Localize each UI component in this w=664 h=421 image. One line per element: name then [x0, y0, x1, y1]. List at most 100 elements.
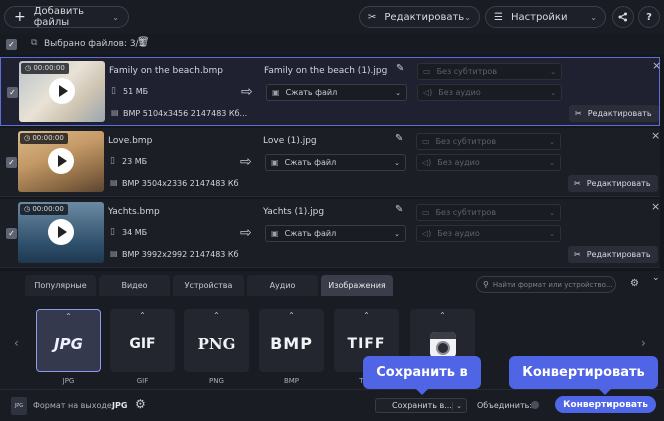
chevron-down-icon: ⌄ [549, 158, 555, 167]
collapse-panel-icon[interactable]: ⌄ [652, 273, 660, 283]
search-placeholder: Найти формат или устройство... [492, 280, 613, 289]
settings-menu-button[interactable]: ☰ Настройки ⌄ [485, 6, 606, 28]
caret-up-icon: ⌃ [139, 311, 146, 320]
save-to-tooltip-arrow [416, 389, 428, 395]
output-file-name: Yachts (1).jpg [263, 207, 325, 217]
duration-text: 00:00:00 [33, 64, 65, 72]
file-row[interactable]: ✓ ◷ 00:00:00 Love.bmp ▯ 23 МБ ▤ BMP 3504… [0, 128, 660, 197]
tab-images[interactable]: Изображения [321, 275, 393, 296]
compress-label: Сжать файл [284, 229, 337, 238]
arrow-right-icon: ⇨ [240, 154, 252, 170]
tab-label: Популярные [34, 281, 87, 290]
file-row[interactable]: ✓ ◷ 00:00:00 Yachts.bmp ▯ 34 МБ ▤ BMP 39… [0, 199, 660, 268]
file-checkbox[interactable]: ✓ [6, 157, 17, 168]
merge-toggle[interactable] [531, 401, 539, 409]
duration-badge: ◷ 00:00:00 [20, 133, 68, 144]
remove-file-icon[interactable]: × [651, 129, 660, 142]
compress-icon: ▣ [271, 229, 279, 238]
output-settings-icon[interactable]: ⚙ [135, 397, 146, 411]
save-to-dropdown[interactable]: Сохранить в... ⌄ [375, 398, 467, 413]
app-window: + Добавить файлы ⌄ ✂ Редактировать ⌄ ☰ Н… [0, 0, 664, 421]
tab-label: Изображения [328, 281, 386, 290]
format-logo: TIFF [347, 335, 386, 352]
remove-file-icon[interactable]: × [651, 200, 660, 213]
compress-dropdown[interactable]: ▣ Сжать файл ⌄ [266, 84, 407, 101]
share-button[interactable] [612, 6, 634, 28]
source-file-name: Yachts.bmp [108, 207, 160, 217]
save-to-tooltip-text: Сохранить в [376, 365, 468, 380]
subtitles-label: Без субтитров [435, 208, 497, 217]
format-search-input[interactable]: ⚲ Найти формат или устройство... [476, 276, 616, 293]
tab-audio[interactable]: Аудио [247, 275, 318, 296]
file-row[interactable]: ✓ ◷ 00:00:00 Family on the beach.bmp ▯ 5… [0, 57, 661, 126]
tab-popular[interactable]: Популярные [25, 275, 96, 296]
file-info-icon: ▤ [110, 178, 118, 187]
source-file-name: Love.bmp [108, 136, 153, 146]
file-info-icon: ▤ [110, 249, 118, 258]
file-thumbnail[interactable]: ◷ 00:00:00 [18, 131, 104, 192]
convert-tooltip-text: Конвертировать [522, 365, 645, 380]
edit-file-button[interactable]: ✂ Редактировать [568, 175, 658, 192]
file-thumbnail[interactable]: ◷ 00:00:00 [18, 202, 104, 263]
rename-pencil-icon[interactable]: ✎ [395, 133, 403, 144]
scroll-left-icon[interactable]: ‹ [14, 336, 19, 350]
edit-file-button[interactable]: ✂ Редактировать [568, 246, 658, 263]
caret-up-icon: ⌃ [363, 311, 370, 320]
edit-menu-button[interactable]: ✂ Редактировать ⌄ [359, 6, 480, 28]
format-settings-icon[interactable]: ⚙ [630, 278, 639, 289]
compress-dropdown[interactable]: ▣ Сжать файл ⌄ [265, 154, 406, 171]
chevron-down-icon: ⌄ [452, 401, 462, 410]
format-tile-bmp[interactable]: ⌃ BMP [259, 309, 324, 372]
file-size-icon: ▯ [110, 156, 115, 166]
help-button[interactable]: ? [638, 6, 660, 28]
add-files-button[interactable]: + Добавить файлы ⌄ [4, 6, 129, 28]
audio-dropdown[interactable]: ◁) Без аудио ⌄ [416, 154, 561, 171]
tab-devices[interactable]: Устройства [173, 275, 244, 296]
duration-text: 00:00:00 [32, 134, 64, 142]
file-checkbox[interactable]: ✓ [6, 228, 17, 239]
file-thumbnail[interactable]: ◷ 00:00:00 [19, 61, 105, 122]
play-icon[interactable] [48, 219, 74, 245]
format-tile-jpg[interactable]: ⌃ JPG [36, 309, 101, 372]
convert-button[interactable]: Конвертировать [555, 396, 656, 413]
file-checkbox[interactable]: ✓ [7, 87, 18, 98]
output-format-badge: JPG [11, 397, 27, 415]
subtitles-icon: ▭ [422, 137, 430, 146]
select-all-checkbox[interactable]: ✓ [6, 39, 17, 50]
chevron-down-icon: ⌄ [395, 88, 401, 97]
subtitles-dropdown[interactable]: ▭ Без субтитров ⌄ [417, 63, 562, 80]
edit-file-button[interactable]: ✂ Редактировать [569, 105, 659, 122]
subtitles-dropdown[interactable]: ▭ Без субтитров ⌄ [416, 133, 561, 150]
merge-label: Объединить: [477, 401, 533, 410]
chevron-down-icon: ⌄ [549, 208, 555, 217]
chevron-down-icon: ⌄ [550, 88, 556, 97]
file-size: 34 МБ [122, 228, 148, 237]
chevron-down-icon: ⌄ [112, 12, 119, 22]
rename-pencil-icon[interactable]: ✎ [395, 204, 403, 215]
edit-file-label: Редактировать [586, 179, 651, 188]
trash-icon[interactable]: 🗑 [137, 37, 150, 48]
compress-dropdown[interactable]: ▣ Сжать файл ⌄ [265, 225, 406, 242]
format-panel: Популярные Видео Устройства Аудио Изобра… [0, 271, 664, 421]
tab-label: Видео [121, 281, 148, 290]
compress-label: Сжать файл [284, 158, 337, 167]
rename-pencil-icon[interactable]: ✎ [396, 63, 404, 74]
file-info: BMP 5104x3456 2147483 Кб... [123, 109, 248, 118]
format-tile-gif[interactable]: ⌃ GIF [110, 309, 175, 372]
play-icon[interactable] [48, 148, 74, 174]
tab-video[interactable]: Видео [99, 275, 170, 296]
format-tile-png[interactable]: ⌃ PNG [184, 309, 249, 372]
format-label: PNG [209, 377, 224, 385]
subtitles-icon: ▭ [422, 208, 430, 217]
subtitles-dropdown[interactable]: ▭ Без субтитров ⌄ [416, 204, 561, 221]
play-icon[interactable] [49, 78, 75, 104]
scroll-right-icon[interactable]: › [641, 336, 646, 350]
compress-label: Сжать файл [285, 88, 338, 97]
output-format-value: JPG [112, 401, 128, 410]
speaker-icon: ◁) [422, 229, 432, 238]
tab-label: Аудио [269, 281, 296, 290]
audio-dropdown[interactable]: ◁) Без аудио ⌄ [417, 84, 562, 101]
audio-dropdown[interactable]: ◁) Без аудио ⌄ [416, 225, 561, 242]
tools-icon: ✂ [575, 109, 582, 118]
remove-file-icon[interactable]: × [652, 59, 661, 72]
